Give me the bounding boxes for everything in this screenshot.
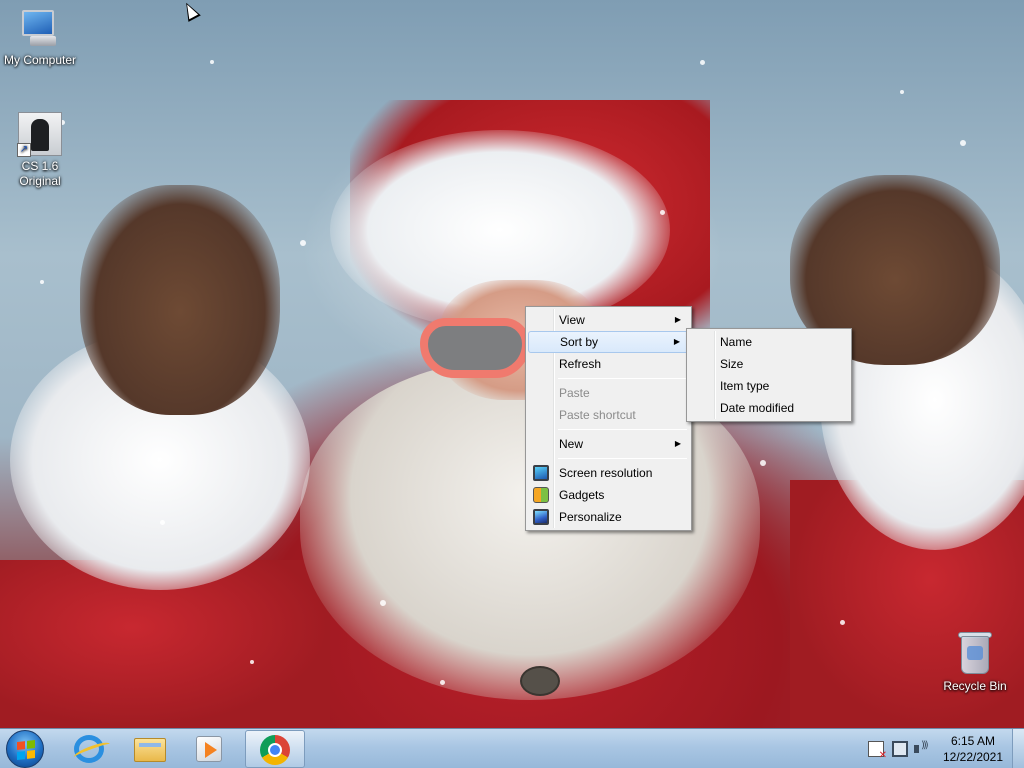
snowflake [40,280,44,284]
snowflake [210,60,214,64]
clock-date: 12/22/2021 [942,750,1004,764]
chrome-icon [260,735,290,765]
taskbar: 6:15 AM 12/22/2021 [0,728,1024,768]
menu-item-label: Paste shortcut [559,408,636,422]
desktop-wallpaper [0,0,1024,728]
network-icon[interactable] [892,741,908,757]
menu-item-label: Refresh [559,357,602,371]
snowflake [250,660,254,664]
desktop-icon-cs-1-6[interactable]: ↗ CS 1.6 Original [0,112,80,189]
menu-item-view[interactable]: View ▶ [528,309,689,331]
shortcut-arrow-icon: ↗ [17,143,31,157]
wallpaper-coat-button [520,666,560,696]
snowflake [380,600,386,606]
snowflake [900,90,904,94]
folder-icon [134,738,166,762]
desktop-icon-recycle-bin[interactable]: Recycle Bin [935,630,1015,694]
action-center-flag-icon[interactable] [868,741,887,761]
menu-item-label: Gadgets [559,488,605,502]
menu-item-paste-shortcut[interactable]: Paste shortcut [528,404,689,426]
menu-item-refresh[interactable]: Refresh [528,353,689,375]
wallpaper-sunglasses [420,318,530,378]
submenu-arrow-icon: ▶ [674,439,681,448]
menu-item-label: Item type [720,379,770,393]
menu-item-new[interactable]: New ▶ [528,433,689,455]
taskbar-clock[interactable]: 6:15 AM 12/22/2021 [940,733,1006,765]
internet-explorer-icon [74,735,104,763]
menu-item-label: Date modified [720,401,795,415]
recycle-bin-icon [955,630,995,676]
taskbar-media-player[interactable] [180,730,240,768]
menu-item-label: Size [720,357,744,371]
snowflake [660,210,665,215]
desktop-icon-label-line1: CS 1.6 [21,159,59,173]
personalize-icon [533,509,549,525]
taskbar-internet-explorer[interactable] [60,730,120,768]
snowflake [840,620,845,625]
submenu-item-item-type[interactable]: Item type [689,375,849,397]
snowflake [960,140,966,146]
desktop-context-menu: View ▶ Sort by ▶ Refresh Paste Paste sho… [525,306,692,531]
menu-item-label: New [559,437,584,451]
menu-separator [558,429,687,430]
screen-resolution-icon [533,465,549,481]
desktop-icon-label: My Computer [3,53,77,67]
submenu-arrow-icon: ▶ [673,337,680,346]
menu-item-label: Name [720,335,753,349]
desktop-icon-my-computer[interactable]: My Computer [0,8,80,68]
snowflake [760,460,766,466]
menu-item-paste[interactable]: Paste [528,382,689,404]
snowflake [440,680,445,685]
menu-item-label: Screen resolution [559,466,653,480]
media-player-icon [196,736,222,762]
menu-item-personalize[interactable]: Personalize [528,506,689,528]
volume-icon[interactable] [914,740,930,757]
snowflake [700,60,705,65]
menu-item-screen-resolution[interactable]: Screen resolution [528,462,689,484]
taskbar-google-chrome[interactable] [245,730,305,768]
menu-item-gadgets[interactable]: Gadgets [528,484,689,506]
menu-item-label: Sort by [560,335,599,349]
gadgets-icon [533,487,549,503]
cs-shortcut-icon: ↗ [17,112,62,157]
wallpaper-glove-left [80,185,280,415]
taskbar-windows-explorer[interactable] [120,730,180,768]
snowflake [300,240,306,246]
desktop-icon-label: Recycle Bin [943,679,1007,693]
menu-item-label: View [559,313,585,327]
show-desktop-button[interactable] [1012,729,1024,768]
menu-separator [558,378,687,379]
sort-by-submenu: Name Size Item type Date modified [686,328,852,422]
menu-item-sort-by[interactable]: Sort by ▶ [528,331,689,353]
start-button[interactable] [6,730,44,768]
computer-icon [18,8,62,50]
menu-item-label: Personalize [559,510,622,524]
submenu-arrow-icon: ▶ [674,315,681,324]
menu-separator [558,458,687,459]
snowflake [160,520,165,525]
windows-logo-icon [17,740,35,760]
submenu-item-name[interactable]: Name [689,331,849,353]
submenu-item-date-modified[interactable]: Date modified [689,397,849,419]
desktop-icon-label-line2: Original [19,174,61,188]
menu-item-label: Paste [559,386,590,400]
clock-time: 6:15 AM [950,734,996,748]
submenu-item-size[interactable]: Size [689,353,849,375]
